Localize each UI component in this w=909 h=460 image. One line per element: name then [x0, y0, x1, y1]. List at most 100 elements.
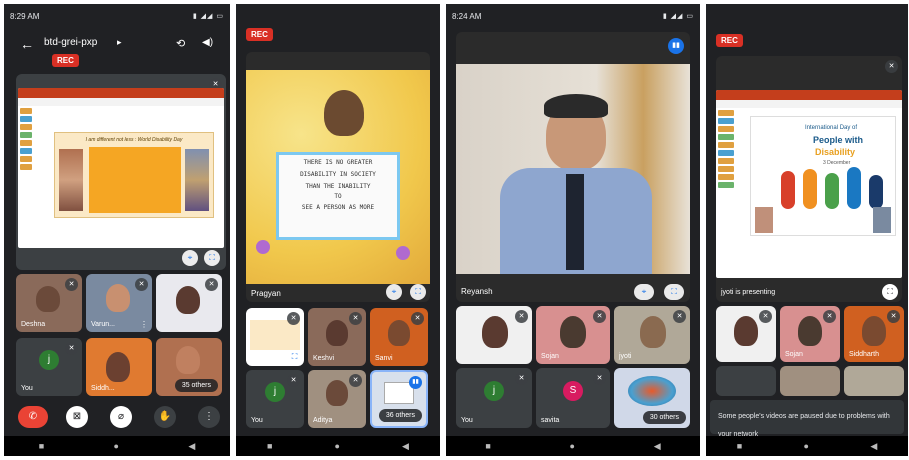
presentation-thumb-tile[interactable]: ✕ ⛶	[246, 308, 304, 366]
nav-recents-icon[interactable]: ■	[39, 441, 44, 451]
participant-tile[interactable]: ✕ jyoti	[614, 306, 690, 364]
nav-back-icon[interactable]: ◀	[654, 441, 661, 452]
avatar: j	[265, 382, 285, 403]
app-ribbon	[716, 90, 902, 100]
mic-off-button[interactable]: ⌀	[110, 406, 132, 428]
participant-tile[interactable]: ✕ Aditya	[308, 370, 366, 428]
app-toolbar	[18, 98, 224, 106]
hang-up-button[interactable]: ✆	[18, 406, 48, 428]
presentation-tile[interactable]: ✕ I am different not less : World Disabi…	[16, 74, 226, 270]
raise-hand-button[interactable]: ✋	[154, 406, 176, 428]
nav-back-icon[interactable]: ◀	[402, 441, 409, 452]
switch-camera-icon[interactable]: ⟲	[176, 37, 185, 50]
participant-tile-you[interactable]: j ✕ You	[246, 370, 304, 428]
participant-tile[interactable]	[780, 366, 840, 396]
app-ribbon	[18, 88, 224, 98]
participant-tile[interactable]: ✕	[456, 306, 532, 364]
fullscreen-icon[interactable]: ⛶	[410, 284, 426, 300]
participant-tile[interactable]: ✕ Deshna	[16, 274, 82, 332]
fullscreen-icon[interactable]: ⛶	[664, 284, 684, 300]
nav-home-icon[interactable]: ●	[335, 441, 340, 451]
participant-name: Sojan	[785, 351, 803, 358]
meeting-title[interactable]: btd-grei-pxp	[44, 37, 97, 48]
participant-tile[interactable]: ✕ Sojan	[536, 306, 610, 364]
participant-tile[interactable]	[844, 366, 904, 396]
others-count-chip[interactable]: 36 others	[378, 409, 422, 422]
status-icons: ▮ ◢◢ ▭	[192, 13, 224, 20]
status-bar: 8:29 AM ▮ ◢◢ ▭	[10, 10, 224, 22]
speaker-icon[interactable]: ◀)	[202, 37, 213, 48]
nav-home-icon[interactable]: ●	[570, 441, 575, 451]
presentation-tile[interactable]: ✕ International Day of People with Disab…	[716, 56, 902, 302]
slide-line: People with	[813, 135, 864, 145]
network-notice-text: Some people's videos are paused due to p…	[718, 413, 890, 438]
avatar: S	[563, 380, 583, 401]
pin-icon[interactable]: ⌖	[634, 284, 654, 300]
mic-off-icon: ✕	[287, 374, 300, 387]
participant-name: savita	[541, 417, 560, 424]
mic-off-icon: ✕	[65, 278, 78, 291]
nav-recents-icon[interactable]: ■	[485, 441, 490, 451]
status-time: 8:24 AM	[452, 11, 482, 21]
participant-tile[interactable]: ▮▮ 36 others	[370, 370, 428, 428]
participant-tile[interactable]: Siddh...	[86, 338, 152, 396]
mic-off-icon: ✕	[515, 372, 528, 385]
speaker-name: Reyansh	[461, 287, 493, 296]
others-count-chip[interactable]: 35 others	[174, 379, 218, 392]
participant-tile[interactable]: ✕	[156, 274, 222, 332]
chevron-right-icon[interactable]: ▸	[117, 37, 122, 48]
participant-tile[interactable]: ✕ Keshvi	[308, 308, 366, 366]
slide-date: 3 December	[823, 160, 851, 166]
nav-home-icon[interactable]: ●	[804, 441, 809, 451]
participant-tile[interactable]: ✕	[716, 306, 776, 362]
participant-tile[interactable]: 30 others	[614, 368, 690, 428]
participant-tile[interactable]	[716, 366, 776, 396]
fullscreen-icon[interactable]: ⛶	[288, 350, 301, 363]
participant-tile[interactable]: ✕ Sanvi	[370, 308, 428, 366]
phone-screen-2: REC THERE IS NO GREATER DISABILITY IN SO…	[236, 4, 440, 456]
participant-tile[interactable]: ✕ Siddharth	[844, 306, 904, 362]
recording-badge: REC	[52, 54, 79, 67]
pin-icon[interactable]: ⌖	[182, 250, 198, 266]
mic-off-icon: ✕	[205, 278, 218, 291]
camera-off-button[interactable]: ⊠	[66, 406, 88, 428]
participant-tile[interactable]: S ✕ savita	[536, 368, 610, 428]
participant-tile[interactable]: 35 others	[156, 338, 222, 396]
speaker-tile[interactable]: THERE IS NO GREATER DISABILITY IN SOCIET…	[246, 52, 430, 302]
participant-tile[interactable]: ✕ Varun... ⋮	[86, 274, 152, 332]
figure-green	[825, 173, 839, 209]
nav-recents-icon[interactable]: ■	[267, 441, 272, 451]
nav-recents-icon[interactable]: ■	[737, 441, 742, 451]
back-arrow-icon[interactable]: ←	[20, 36, 34, 52]
android-nav-bar: ■ ● ◀	[706, 436, 908, 456]
more-options-button[interactable]: ⋮	[198, 406, 220, 428]
nav-back-icon[interactable]: ◀	[870, 441, 877, 452]
nav-back-icon[interactable]: ◀	[188, 441, 195, 452]
slide-photo-right	[185, 149, 209, 211]
slide-photo-left	[755, 207, 773, 233]
slide-line: International Day of	[805, 125, 858, 131]
participant-name: Sanvi	[375, 355, 393, 362]
participant-tile[interactable]: ✕ Sojan	[780, 306, 840, 362]
mic-off-icon: ✕	[593, 372, 606, 385]
participant-tile-you[interactable]: j ✕ You	[456, 368, 532, 428]
avatar: j	[484, 380, 504, 401]
participant-name: Deshna	[21, 321, 46, 328]
participant-name: Siddh...	[91, 385, 115, 392]
participant-tile-you[interactable]: j ✕ You	[16, 338, 82, 396]
slide-content: International Day of People with Disabil…	[750, 116, 896, 236]
pin-icon[interactable]: ⌖	[386, 284, 402, 300]
poster-line: SEE A PERSON AS MORE	[301, 204, 375, 211]
fullscreen-icon[interactable]: ⛶	[204, 250, 220, 266]
mic-off-icon: ✕	[885, 60, 898, 73]
participant-name: Sojan	[541, 353, 559, 360]
fullscreen-icon[interactable]: ⛶	[882, 284, 898, 300]
speaker-tile[interactable]: ▮▮ Reyansh	[456, 32, 690, 302]
more-options-icon[interactable]: ⋮	[140, 320, 148, 329]
mic-off-icon: ✕	[887, 310, 900, 323]
others-count-chip[interactable]: 30 others	[642, 411, 686, 424]
mic-off-icon: ✕	[349, 374, 362, 387]
participant-name: Siddharth	[849, 351, 879, 358]
android-nav-bar: ■ ● ◀	[4, 436, 230, 456]
nav-home-icon[interactable]: ●	[114, 441, 119, 451]
